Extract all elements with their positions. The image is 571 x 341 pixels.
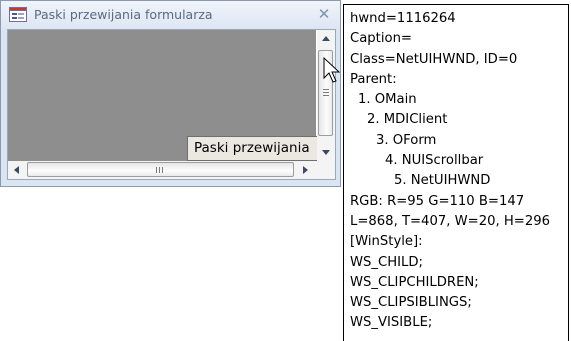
info-line: 3. OForm	[376, 132, 437, 148]
form-icon	[9, 7, 27, 22]
window-titlebar[interactable]: Paski przewijania formularza ✕	[1, 1, 340, 29]
scroll-left-arrow-icon[interactable]	[8, 161, 25, 179]
form-label: Paski przewijania	[187, 136, 318, 161]
info-line: [WinStyle]:	[350, 234, 423, 250]
info-line: WS_VISIBLE;	[350, 315, 433, 331]
info-line: L=868, T=407, W=20, H=296	[350, 213, 551, 229]
window-title: Paski przewijania formularza	[34, 7, 213, 22]
vertical-scrollbar[interactable]	[317, 30, 335, 161]
scroll-down-arrow-icon[interactable]	[317, 144, 335, 161]
info-line: 1. OMain	[358, 92, 417, 108]
horizontal-scroll-thumb[interactable]	[27, 162, 294, 177]
window-info-panel: hwnd=1116264 Caption= Class=NetUIHWND, ID=…	[343, 4, 569, 341]
form-client-area: Paski przewijania	[7, 29, 336, 180]
grip-line	[323, 89, 329, 90]
info-line: Class=NetUIHWND, ID=0	[350, 51, 518, 67]
form-window: Paski przewijania formularza ✕ Paski prz…	[0, 0, 341, 187]
grip-line	[159, 167, 160, 173]
info-line: Caption=	[350, 31, 412, 47]
scroll-up-arrow-icon[interactable]	[317, 30, 335, 47]
mouse-cursor-icon	[323, 57, 341, 83]
info-line: WS_CHILD;	[350, 254, 423, 270]
grip-line	[162, 167, 163, 173]
info-line: WS_CLIPSIBLINGS;	[350, 295, 472, 311]
info-line: 4. NUIScrollbar	[385, 153, 484, 169]
scroll-right-arrow-icon[interactable]	[297, 161, 314, 179]
grip-line	[323, 95, 329, 96]
grip-line	[323, 92, 329, 93]
scrollbar-corner	[317, 161, 335, 179]
info-line: Parent:	[350, 71, 397, 87]
close-button[interactable]: ✕	[315, 5, 333, 23]
info-line: 2. MDIClient	[367, 112, 448, 128]
form-detail-section[interactable]: Paski przewijania	[8, 30, 318, 161]
info-line: hwnd=1116264	[350, 11, 456, 26]
info-line: 5. NetUIHWND	[394, 173, 491, 189]
info-line: WS_CLIPCHILDREN;	[350, 274, 479, 290]
info-line: RGB: R=95 G=110 B=147	[350, 193, 525, 209]
horizontal-scrollbar[interactable]	[8, 161, 335, 179]
grip-line	[156, 167, 157, 173]
